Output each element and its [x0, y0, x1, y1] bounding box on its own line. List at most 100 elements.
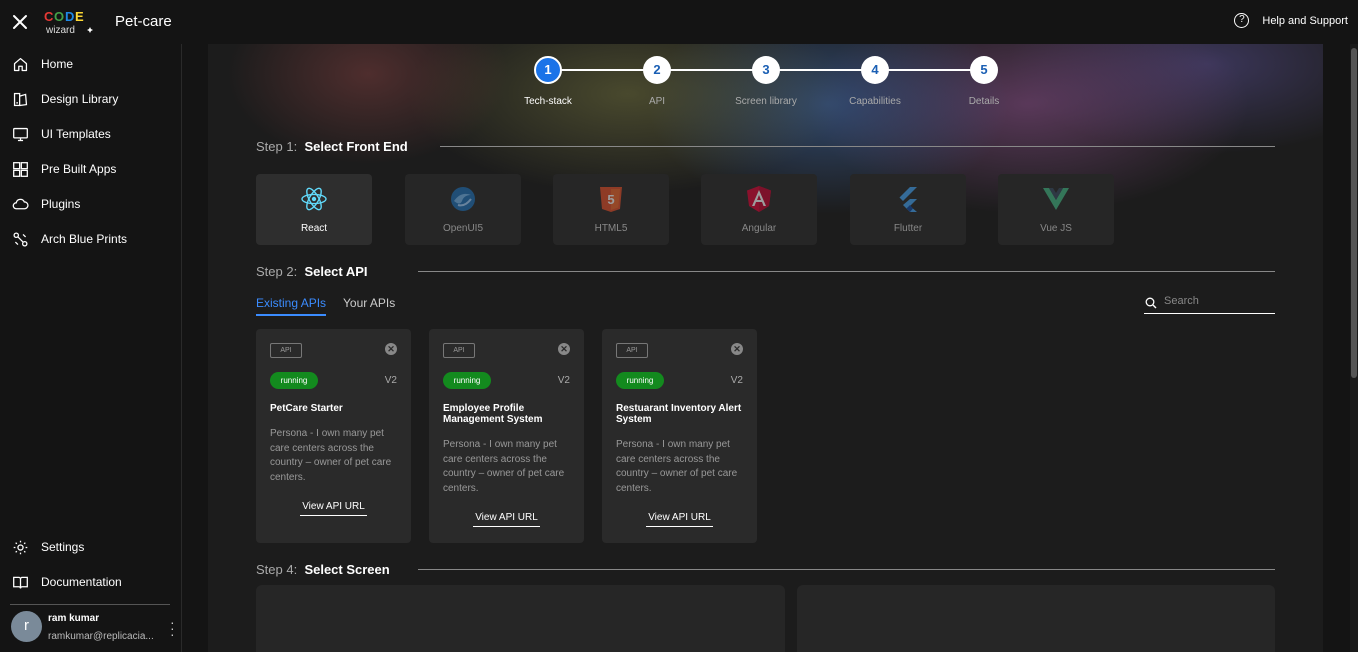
view-api-url-link[interactable]: View API URL — [602, 512, 757, 527]
sidebar-item-label: Documentation — [41, 575, 122, 589]
react-icon — [301, 187, 327, 211]
help-support-link[interactable]: ? Help and Support — [1234, 13, 1348, 28]
sidebar: Home Design Library UI Templates Pre Bui… — [0, 44, 182, 652]
cloud-icon — [12, 198, 29, 209]
svg-text:D: D — [65, 9, 74, 24]
api-card-petcare-starter[interactable]: API ✕ running V2 PetCare Starter Persona… — [256, 329, 411, 543]
avatar[interactable]: r — [11, 611, 42, 642]
sidebar-item-label: Plugins — [41, 197, 81, 211]
step4-divider — [418, 569, 1275, 570]
home-icon — [13, 57, 28, 71]
help-icon: ? — [1234, 13, 1250, 28]
step-4-circle[interactable]: 4 — [861, 56, 889, 84]
view-api-url-link[interactable]: View API URL — [429, 512, 584, 527]
api-description: Persona - I own many pet care centers ac… — [616, 439, 738, 494]
search-box — [1144, 294, 1275, 314]
view-api-url-label: View API URL — [646, 512, 713, 527]
sidebar-divider — [10, 604, 170, 605]
search-input[interactable] — [1164, 295, 1272, 307]
sidebar-item-design-library[interactable]: Design Library — [0, 85, 182, 113]
api-card-employee-profile[interactable]: API ✕ running V2 Employee Profile Manage… — [429, 329, 584, 543]
view-api-url-link[interactable]: View API URL — [256, 501, 411, 516]
gear-icon — [13, 540, 28, 554]
step2-prefix: Step 2: — [256, 264, 298, 279]
step1-divider — [440, 146, 1275, 147]
api-version: V2 — [384, 375, 397, 386]
sidebar-item-arch-blue-prints[interactable]: Arch Blue Prints — [0, 225, 182, 253]
sidebar-item-label: UI Templates — [41, 127, 111, 141]
frontend-card-react[interactable]: React — [256, 174, 372, 245]
apps-icon — [13, 161, 28, 177]
api-name: PetCare Starter — [270, 403, 343, 414]
sidebar-item-documentation[interactable]: Documentation — [0, 568, 182, 596]
sidebar-item-label: Pre Built Apps — [41, 162, 117, 176]
step-1-label: Tech-stack — [524, 96, 572, 107]
frontend-name: OpenUI5 — [442, 223, 484, 234]
close-icon[interactable]: ✕ — [558, 343, 570, 355]
api-name: Restuarant Inventory Alert System — [616, 403, 742, 425]
step-1-circle[interactable]: 1 — [534, 56, 562, 84]
app-title: Pet-care — [115, 13, 172, 30]
frontend-card-openui5[interactable]: OpenUI5 — [405, 174, 521, 245]
step2-divider — [418, 271, 1275, 272]
codewizard-logo: C O D E wizard — [44, 9, 93, 35]
openui5-icon — [451, 187, 475, 211]
step-3-circle[interactable]: 3 — [752, 56, 780, 84]
close-icon[interactable] — [10, 12, 30, 32]
svg-text:O: O — [54, 9, 64, 24]
frontend-card-flutter[interactable]: Flutter — [850, 174, 966, 245]
more-options-icon[interactable]: · · · — [170, 615, 176, 641]
sidebar-item-label: Settings — [41, 540, 85, 554]
top-bar: C O D E wizard Pet-care ? Help and Suppo… — [0, 0, 1358, 44]
help-label: Help and Support — [1262, 14, 1348, 27]
sidebar-item-home[interactable]: Home — [0, 50, 182, 78]
step-4-label: Capabilities — [849, 96, 901, 107]
step-5-label: Details — [968, 96, 1000, 107]
book-icon — [13, 576, 28, 589]
frontend-card-vue[interactable]: Vue JS — [998, 174, 1114, 245]
sidebar-item-settings[interactable]: Settings — [0, 533, 182, 561]
user-email: ramkumar@replicacia... — [48, 631, 154, 642]
html5-icon: 5 — [600, 187, 622, 212]
status-badge: running — [270, 372, 318, 389]
step-2-label: API — [648, 96, 666, 107]
api-badge: API — [270, 343, 302, 358]
sidebar-item-label: Home — [41, 57, 74, 71]
status-badge: running — [616, 372, 664, 389]
frontend-name: Vue JS — [1040, 223, 1072, 234]
frontend-card-angular[interactable]: Angular — [701, 174, 817, 245]
sidebar-item-pre-built-apps[interactable]: Pre Built Apps — [0, 155, 182, 183]
frontend-name: Flutter — [893, 223, 923, 234]
search-icon — [1145, 297, 1157, 309]
api-badge: API — [443, 343, 475, 358]
api-description: Persona - I own many pet care centers ac… — [270, 428, 392, 483]
tab-your-apis[interactable]: Your APIs — [343, 296, 395, 310]
scrollbar-thumb[interactable] — [1351, 48, 1357, 378]
frontend-name: HTML5 — [594, 223, 628, 234]
svg-text:C: C — [44, 9, 54, 24]
tab-existing-apis[interactable]: Existing APIs — [256, 296, 327, 316]
sidebar-item-plugins[interactable]: Plugins — [0, 190, 182, 218]
close-icon[interactable]: ✕ — [385, 343, 397, 355]
step1-title: Select Front End — [304, 139, 408, 154]
sidebar-item-ui-templates[interactable]: UI Templates — [0, 120, 182, 148]
step-3-label: Screen library — [735, 96, 797, 107]
svg-text:wizard: wizard — [45, 25, 75, 35]
screen-card[interactable] — [797, 585, 1275, 652]
frontend-card-html5[interactable]: 5 HTML5 — [553, 174, 669, 245]
close-icon[interactable]: ✕ — [731, 343, 743, 355]
step2-title: Select API — [304, 264, 368, 279]
step-2-circle[interactable]: 2 — [643, 56, 671, 84]
api-version: V2 — [730, 375, 743, 386]
svg-text:5: 5 — [607, 192, 614, 207]
design-library-icon — [13, 92, 28, 106]
scrollbar[interactable] — [1350, 44, 1358, 652]
angular-icon — [747, 186, 771, 212]
step2-heading: Step 2: Select API — [256, 264, 368, 279]
screen-card[interactable] — [256, 585, 785, 652]
api-card-restaurant-inventory[interactable]: API ✕ running V2 Restuarant Inventory Al… — [602, 329, 757, 543]
step-5-circle[interactable]: 5 — [970, 56, 998, 84]
api-name: Employee Profile Management System — [443, 403, 543, 425]
user-name: ram kumar — [48, 613, 100, 624]
frontend-name: React — [300, 223, 328, 234]
